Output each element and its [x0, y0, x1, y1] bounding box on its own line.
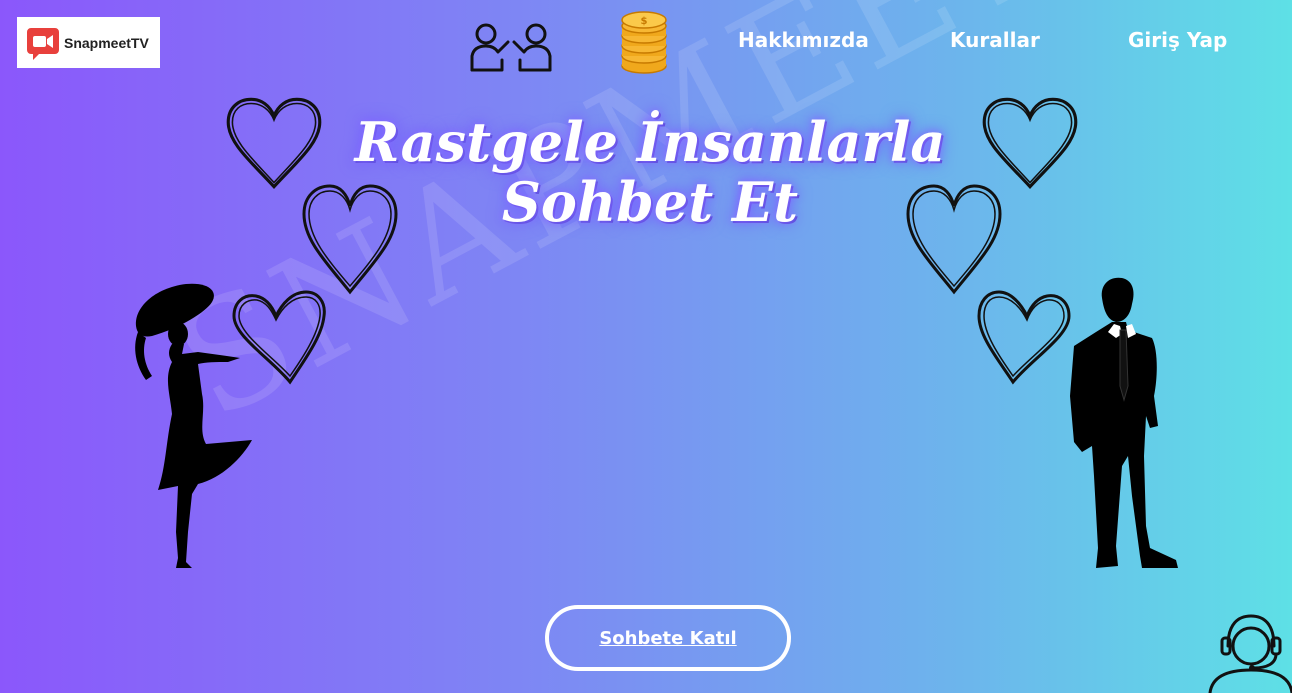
support-agent-icon[interactable]: [1206, 612, 1292, 693]
man-silhouette: [1070, 277, 1178, 568]
join-chat-button[interactable]: Sohbete Katıl: [545, 605, 791, 671]
brand-name: SnapmeetTV: [64, 34, 149, 51]
coin-stack-icon[interactable]: $: [618, 10, 670, 76]
nav-link-login[interactable]: Giriş Yap: [1128, 28, 1227, 52]
nav-link-about[interactable]: Hakkımızda: [738, 28, 869, 52]
brand-logo[interactable]: SnapmeetTV: [17, 17, 160, 68]
hero-title: Rastgele İnsanlarla Sohbet Et: [354, 110, 946, 234]
video-camera-icon: [27, 27, 59, 60]
heart-icon: [977, 290, 1071, 385]
nav-link-rules[interactable]: Kurallar: [950, 28, 1040, 52]
woman-silhouette: [135, 283, 252, 568]
people-chat-icon[interactable]: [468, 20, 554, 74]
svg-text:$: $: [641, 16, 648, 27]
